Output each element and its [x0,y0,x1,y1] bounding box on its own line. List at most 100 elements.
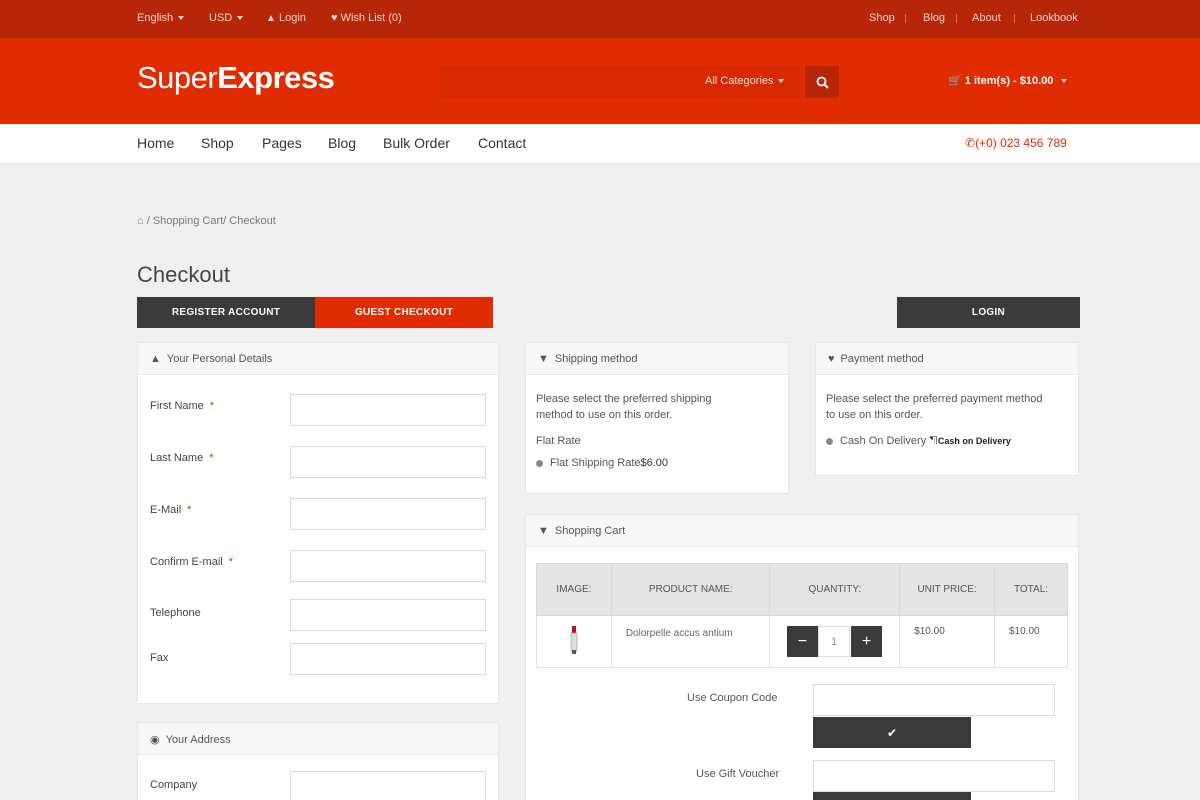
cart-summary[interactable]: 🛒 1 item(s) - $10.00 [948,74,1067,87]
shipping-instructions: Please select the preferred shipping met… [536,393,712,421]
gift-voucher-label: Use Gift Voucher [696,768,780,780]
breadcrumb-checkout[interactable]: Checkout [229,215,275,227]
login-button[interactable]: LOGIN [897,297,1080,328]
divider [905,14,906,23]
payment-method-heading: ♥ Payment method [816,343,1078,375]
login-label: Login [278,12,306,24]
quantity-input[interactable]: 1 [818,626,850,657]
logo-text-bold: Express [217,60,335,95]
search-button[interactable] [805,66,839,98]
company-label: Company [150,779,198,791]
product-image-cell [536,615,612,668]
heart-icon: ♥ [331,12,338,24]
radio-button[interactable] [826,437,833,445]
nav-item-contact[interactable]: Contact [478,135,526,151]
currency-selector[interactable]: USD [209,12,243,24]
payment-method-title: Payment method [840,353,924,365]
email-input[interactable] [290,498,486,530]
truck-icon: ⛠ [929,435,938,447]
nav-item-home[interactable]: Home [137,135,174,151]
apply-voucher-button[interactable] [813,792,971,800]
unit-price-cell: $10.00 [899,615,996,668]
shipping-option-flat-rate[interactable]: Flat Shipping Rate$6.00 [536,455,668,471]
nav-item-blog[interactable]: Blog [328,135,356,151]
cart-table-header: IMAGE: PRODUCT NAME: QUANTITY: UNIT PRIC… [536,563,1068,616]
breadcrumb: ⌂ / Shopping Cart/ Checkout [137,215,276,227]
nav-item-shop[interactable]: Shop [201,135,234,151]
nav-item-pages[interactable]: Pages [262,135,302,151]
last-name-input[interactable] [290,446,486,478]
wishlist-label: Wish List (0) [340,12,402,24]
breadcrumb-shopping-cart[interactable]: Shopping Cart [153,215,223,227]
telephone-label: Telephone [150,607,201,619]
telephone-input[interactable] [290,599,486,631]
language-selector[interactable]: English [137,12,184,24]
phone-label: (+0) 023 456 789 [975,136,1067,150]
user-icon: ▲ [150,353,161,365]
shipping-option-price: $6.00 [640,457,669,469]
quantity-increase-button[interactable]: + [851,626,882,657]
personal-details-panel: ▲ Your Personal Details First Name * Last … [137,342,499,704]
nav-item-bulk-order[interactable]: Bulk Order [383,135,450,151]
radio-button[interactable] [536,459,543,467]
personal-details-heading: ▲ Your Personal Details [138,343,498,375]
last-name-label: Last Name * [150,452,214,464]
apply-coupon-button[interactable]: ✔ [813,717,971,748]
column-header-quantity: QUANTITY: [769,563,901,616]
topbar-link-shop[interactable]: Shop [869,12,895,24]
shipping-group-label: Flat Rate [536,435,581,447]
fax-input[interactable] [290,643,486,675]
confirm-email-label: Confirm E-mail * [150,556,234,568]
payment-method-panel: ♥ Payment method Please select the prefer… [815,342,1079,476]
main-nav: Home Shop Pages Blog Bulk Order Contact … [0,124,1200,164]
search-icon [816,76,829,89]
heart-icon: ♥ [828,353,835,365]
home-icon[interactable]: ⌂ [137,215,144,227]
user-icon: ▲ [266,13,276,24]
column-header-unit-price: UNIT PRICE: [899,563,996,616]
email-label: E-Mail * [150,504,192,516]
phone-icon: ✆ [965,136,976,150]
truck-icon: ▼ [538,353,549,365]
payment-option-label: Cash On Delivery [840,435,927,447]
divider [1014,14,1015,23]
cart-summary-label: 1 item(s) - $10.00 [964,75,1054,87]
payment-option-cod[interactable]: Cash On Delivery ⛠Cash on Delivery [826,433,1011,449]
topbar-link-lookbook[interactable]: Lookbook [1030,12,1078,24]
category-selector[interactable]: All Categories [705,75,784,87]
coupon-code-input[interactable] [813,684,1055,716]
product-name-link[interactable]: Dolorpelle accus antium [626,628,733,639]
first-name-label: First Name * [150,400,215,412]
address-title: Your Address [165,734,231,746]
shipping-method-heading: ▼ Shipping method [526,343,788,375]
product-thumbnail[interactable] [569,626,579,654]
divider [956,14,957,23]
top-bar: English USD ▲ Login ♥ Wish List (0) Shop… [0,0,1200,38]
tab-register-account[interactable]: REGISTER ACCOUNT [137,297,315,328]
column-header-product: PRODUCT NAME: [610,563,771,616]
site-header: SuperExpress All Categories 🛒 1 item(s) … [0,38,1200,124]
total-cell: $10.00 [994,615,1068,668]
logo[interactable]: SuperExpress [137,60,335,96]
login-link[interactable]: ▲ Login [266,12,306,24]
confirm-email-input[interactable] [290,550,486,582]
topbar-link-blog[interactable]: Blog [923,12,945,24]
gift-voucher-input[interactable] [813,760,1055,792]
cart-icon: 🛒 [948,75,962,87]
check-icon: ✔ [886,725,898,740]
address-panel: ◉ Your Address Company [137,722,499,800]
cart-icon: ▼ [538,525,549,537]
company-input[interactable] [290,771,486,800]
quantity-decrease-button[interactable]: − [787,626,818,657]
personal-details-title: Your Personal Details [166,353,273,365]
map-pin-icon: ◉ [150,734,160,746]
first-name-input[interactable] [290,394,486,426]
fax-label: Fax [150,652,169,664]
coupon-code-label: Use Coupon Code [687,692,778,704]
wishlist-link[interactable]: ♥ Wish List (0) [331,12,402,24]
shipping-method-panel: ▼ Shipping method Please select the prefe… [525,342,789,494]
shipping-option-label: Flat Shipping Rate [550,457,641,469]
tab-guest-checkout[interactable]: GUEST CHECKOUT [315,297,493,328]
topbar-link-about[interactable]: About [972,12,1001,24]
address-heading: ◉ Your Address [138,723,498,755]
